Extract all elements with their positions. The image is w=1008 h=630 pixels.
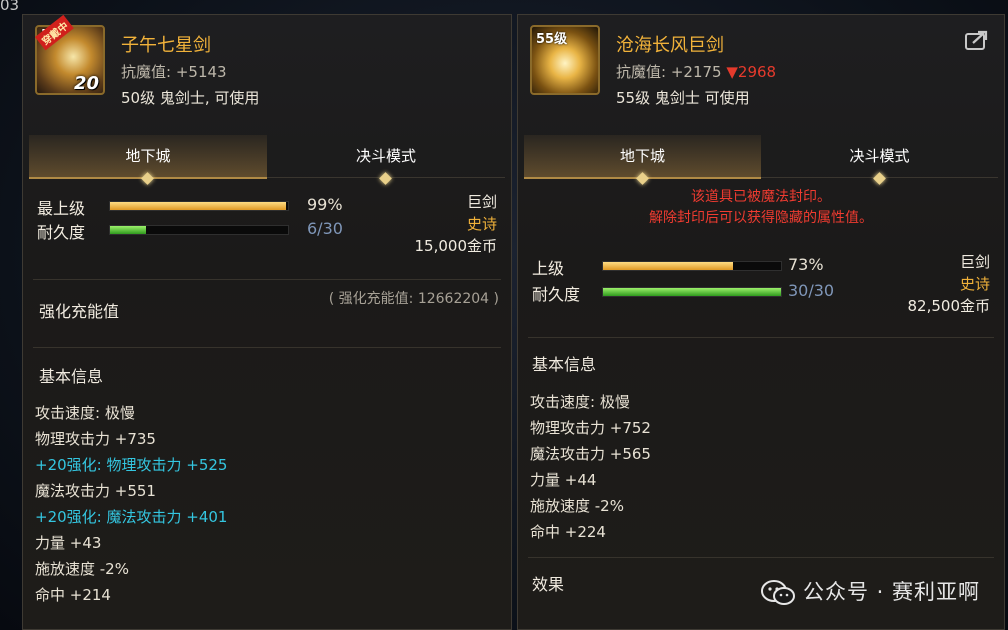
grade-value: 99% (307, 195, 343, 214)
durability-value: 6/30 (307, 219, 343, 238)
attribute-line: 力量 +44 (530, 471, 597, 489)
attribute-line: 施放速度 -2% (530, 497, 624, 515)
tab-dungeon-label: 地下城 (619, 147, 665, 165)
durability-bar-fill (603, 288, 781, 296)
attribute-line: 魔法攻击力 +551 (35, 482, 156, 500)
resist-diff: ▼2968 (726, 63, 777, 81)
item-meta: 巨剑 史诗 15,000金币 (415, 191, 498, 257)
tab-indicator-icon (379, 172, 392, 185)
watermark: 公众号 · 赛利亚啊 (760, 576, 980, 606)
charge-value: ( 强化充能值: 12662204 ) (328, 291, 499, 307)
divider (33, 347, 501, 348)
grade-bar (602, 261, 782, 271)
attribute-line: 物理攻击力 +752 (530, 419, 651, 437)
divider (528, 557, 994, 558)
tab-pvp[interactable]: 决斗模式 (761, 135, 998, 185)
attribute-list: 攻击速度: 极慢物理攻击力 +752 魔法攻击力 +565 力量 +44 施放速度 -… (530, 389, 651, 545)
basic-info-title: 基本信息 (532, 355, 597, 374)
durability-bar-fill (110, 226, 146, 234)
item-name: 沧海长风巨剑 (616, 35, 724, 56)
resist-value-line: 抗魔值: +2175 ▼2968 (616, 61, 776, 82)
durability-label: 耐久度 (532, 285, 581, 304)
tab-pvp-label: 决斗模式 (355, 147, 416, 165)
grade-row: 最上级 99% (37, 195, 367, 218)
grade-label: 上级 (532, 259, 565, 278)
tab-pvp-label: 决斗模式 (849, 147, 910, 165)
grade-label: 最上级 (37, 199, 86, 218)
grade-bar-fill (110, 202, 287, 210)
seal-line-2: 解除封印后可以获得隐藏的属性值。 (649, 210, 873, 226)
tab-pvp[interactable]: 决斗模式 (267, 135, 505, 185)
attribute-line: 魔法攻击力 +565 (530, 445, 651, 463)
divider (528, 337, 994, 338)
item-icon-sword[interactable]: 5 穿戴中 20 (35, 15, 105, 95)
mode-tabs: 地下城 决斗模式 (29, 135, 505, 185)
tab-indicator-icon (141, 172, 154, 185)
durability-bar (602, 287, 782, 297)
durability-bar (109, 225, 289, 235)
divider (33, 279, 501, 280)
requirement: 55级 鬼剑士 可使用 (616, 89, 750, 107)
item-icon-greatsword[interactable]: 55级 (530, 25, 600, 95)
attribute-line: 攻击速度: 极慢 (530, 393, 630, 411)
share-icon[interactable] (964, 29, 990, 51)
attribute-line: 命中 +224 (530, 523, 606, 541)
attribute-list: 攻击速度: 极慢物理攻击力 +735 +20强化: 物理攻击力 +525 魔法攻击力… (35, 400, 227, 608)
basic-info-title: 基本信息 (39, 367, 104, 386)
item-tooltip-left: 5 穿戴中 20 子午七星剑 抗魔值: +5143 50级 鬼剑士, 可使用 地… (22, 14, 512, 630)
attribute-line: 物理攻击力 +735 (35, 430, 156, 448)
item-meta: 巨剑 史诗 82,500金币 (908, 251, 991, 317)
item-rarity: 史诗 (466, 215, 497, 233)
item-rarity: 史诗 (959, 275, 990, 293)
seal-message: 该道具已被魔法封印。 解除封印后可以获得隐藏的属性值。 (518, 187, 1004, 229)
tab-indicator-icon (872, 172, 886, 185)
durability-row: 耐久度 6/30 (37, 219, 367, 242)
tab-dungeon-label: 地下城 (125, 147, 171, 165)
durability-row: 耐久度 30/30 (532, 281, 862, 304)
resist-label: 抗魔值: (616, 63, 667, 81)
resist-value: +5143 (175, 63, 227, 81)
tab-dungeon[interactable]: 地下城 (524, 135, 761, 185)
equipped-ribbon: 穿戴中 (35, 15, 74, 51)
item-tooltip-right: 55级 沧海长风巨剑 抗魔值: +2175 ▼2968 55级 鬼剑士 可使用 … (517, 14, 1005, 630)
attribute-line: 命中 +214 (35, 586, 111, 604)
item-price: 82,500金币 (907, 297, 991, 315)
corner-number: 03 (0, 0, 20, 14)
tab-dungeon[interactable]: 地下城 (29, 135, 267, 185)
level-badge: 55级 (536, 32, 568, 47)
effect-title: 效果 (532, 575, 565, 594)
item-type: 巨剑 (959, 253, 990, 271)
attribute-line: +20强化: 物理攻击力 +525 (35, 456, 228, 474)
resist-value: +2175 (670, 63, 722, 81)
seal-line-1: 该道具已被魔法封印。 (691, 189, 831, 205)
enhance-level-badge: 20 (73, 73, 99, 94)
item-type: 巨剑 (466, 193, 497, 211)
attribute-line: 施放速度 -2% (35, 560, 129, 578)
grade-value: 73% (788, 255, 824, 274)
grade-row: 上级 73% (532, 255, 862, 278)
durability-label: 耐久度 (37, 223, 86, 242)
requirement: 50级 鬼剑士, 可使用 (121, 89, 260, 107)
resist-value-line: 抗魔值: +5143 (121, 61, 227, 82)
attribute-line: 力量 +43 (35, 534, 102, 552)
item-name: 子午七星剑 (121, 35, 211, 56)
watermark-text: 公众号 · 赛利亚啊 (802, 580, 980, 604)
mode-tabs: 地下城 决斗模式 (524, 135, 998, 185)
resist-label: 抗魔值: (121, 63, 172, 81)
wechat-icon (760, 580, 795, 605)
grade-bar (109, 201, 289, 211)
item-price: 15,000金币 (414, 237, 498, 255)
attribute-line: 攻击速度: 极慢 (35, 404, 135, 422)
attribute-line: +20强化: 魔法攻击力 +401 (35, 508, 228, 526)
grade-bar-fill (603, 262, 733, 270)
durability-value: 30/30 (788, 281, 835, 300)
tab-indicator-icon (635, 172, 649, 185)
charge-label: 强化充能值 (39, 302, 120, 321)
